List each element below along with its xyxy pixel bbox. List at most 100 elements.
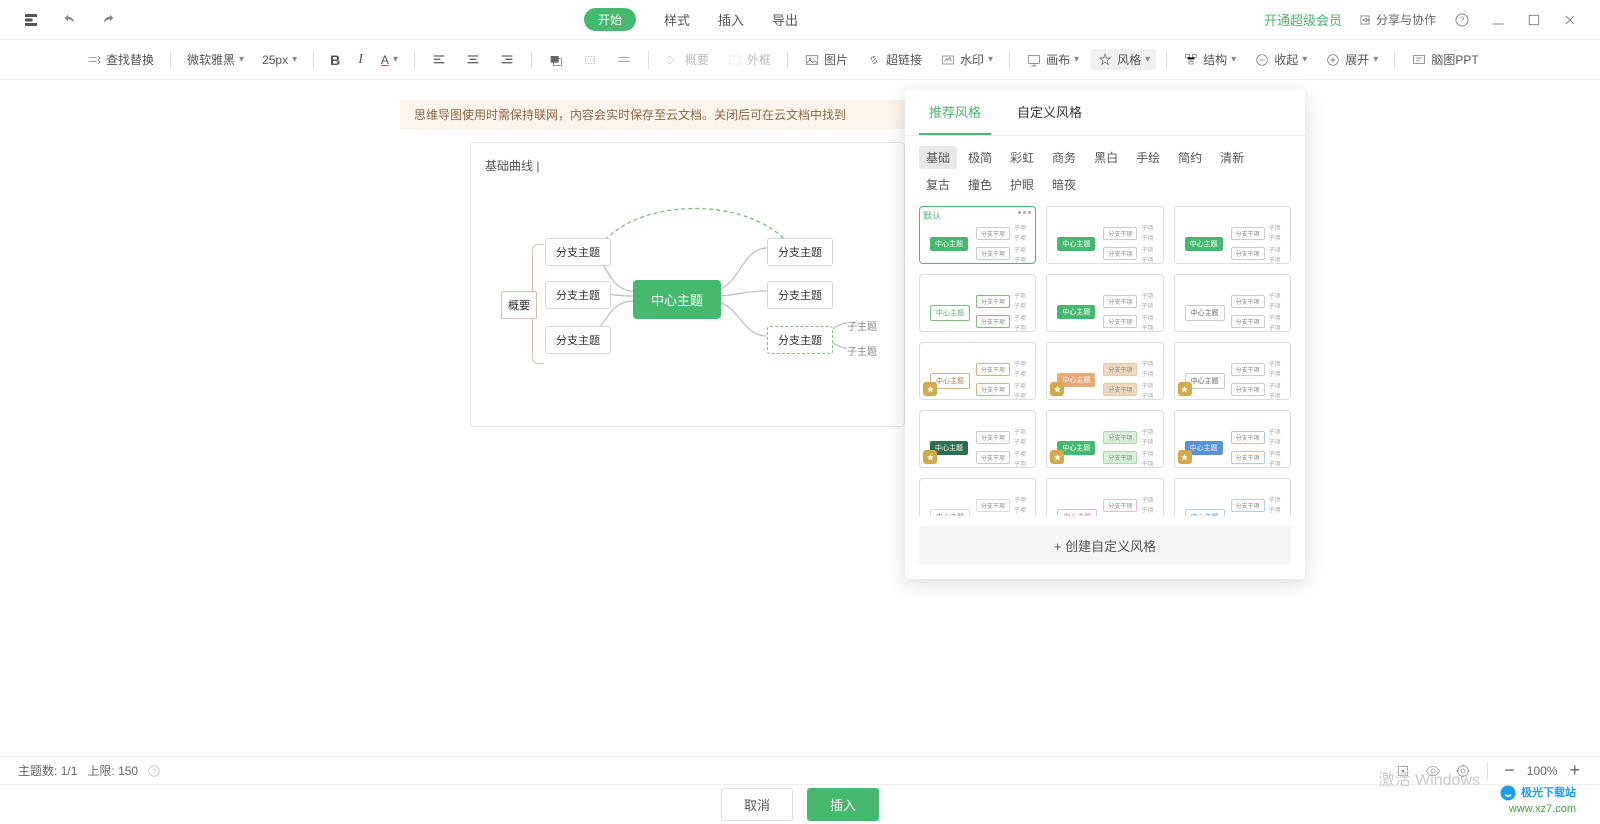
cat-business[interactable]: 商务 [1045, 146, 1083, 169]
style-thumbnail[interactable]: 中心主题分支干项分支干项子项子项子项子项 [1174, 342, 1291, 400]
premium-lock-icon [923, 450, 937, 464]
style-thumbnail[interactable]: 中心主题分支干项分支干项子项子项子项子项 [1046, 206, 1163, 264]
cat-eyecare[interactable]: 护眼 [1003, 173, 1041, 196]
tab-export[interactable]: 导出 [772, 10, 798, 29]
style-thumbnail[interactable]: 中心主题分支干项分支干项子项子项子项子项 [1046, 478, 1163, 516]
branch-node[interactable]: 分支主题 [767, 281, 833, 309]
sub-node[interactable]: 子主题 [847, 343, 877, 358]
limit-value: 150 [118, 764, 138, 778]
cancel-button[interactable]: 取消 [721, 788, 793, 821]
help-icon[interactable]: ? [1452, 10, 1472, 30]
tab-start[interactable]: 开始 [584, 8, 636, 31]
svg-text:?: ? [152, 768, 156, 775]
create-custom-button[interactable]: + 创建自定义风格 [919, 526, 1291, 565]
topic-count-value: 1/1 [61, 764, 78, 778]
tab-custom[interactable]: 自定义风格 [1007, 90, 1092, 135]
style-thumbnail[interactable]: 中心主题分支干项分支干项子项子项子项子项默认 [919, 206, 1036, 264]
tab-style[interactable]: 样式 [664, 10, 690, 29]
find-replace-button[interactable]: 查找替换 [80, 49, 160, 70]
mindppt-button[interactable]: 脑图PPT [1405, 49, 1484, 70]
zoom-value: 100% [1527, 764, 1558, 778]
category-row: 基础 极简 彩虹 商务 黑白 手绘 简约 清新 复古 撞色 护眼 暗夜 [905, 136, 1305, 206]
redo-icon[interactable] [98, 10, 118, 30]
fontsize-selector[interactable]: 25px▾ [256, 51, 303, 69]
sub-node[interactable]: 子主题 [847, 318, 877, 333]
cat-bw[interactable]: 黑白 [1087, 146, 1125, 169]
canvas[interactable]: 思维导图使用时需保持联网，内容会实时保存至云文档。关闭后可在云文档中找到 基础曲… [0, 80, 1600, 700]
image-button[interactable]: 图片 [798, 49, 854, 70]
cat-simple[interactable]: 简约 [1171, 146, 1209, 169]
branch-node[interactable]: 分支主题 [545, 238, 611, 266]
summary-node[interactable]: 概要 [501, 291, 537, 319]
expand-button[interactable]: 展开▾ [1319, 49, 1384, 70]
bold-button[interactable]: B [324, 50, 346, 70]
share-button[interactable]: 分享与协作 [1358, 11, 1436, 28]
style-thumbnail[interactable]: 中心主题分支干项分支干项子项子项子项子项 [1046, 410, 1163, 468]
canvas-button[interactable]: 画布▾ [1020, 49, 1085, 70]
style-thumbnail[interactable]: 中心主题分支干项分支干项子项子项子项子项 [1046, 274, 1163, 332]
align-left-icon[interactable] [425, 50, 453, 70]
app-logo-icon[interactable] [20, 9, 42, 31]
align-center-icon[interactable] [459, 50, 487, 70]
zoom-in-icon[interactable]: + [1567, 758, 1582, 783]
style-button[interactable]: 风格▾ [1091, 49, 1156, 70]
summary-button[interactable]: 概要 [659, 49, 715, 70]
premium-lock-icon [1050, 382, 1064, 396]
windows-activate-text: 激活 Windows [1379, 766, 1480, 790]
top-bar: 开始 样式 插入 导出 开通超级会员 分享与协作 ? [0, 0, 1600, 40]
cat-dark[interactable]: 暗夜 [1045, 173, 1083, 196]
shape-fill-icon[interactable] [542, 50, 570, 70]
hyperlink-button[interactable]: 超链接 [860, 49, 928, 70]
style-thumbnail[interactable]: 中心主题分支干项分支干项子项子项子项子项 [1174, 206, 1291, 264]
branch-node[interactable]: 分支主题 [767, 238, 833, 266]
tab-insert[interactable]: 插入 [718, 10, 744, 29]
style-thumbnail[interactable]: 中心主题分支干项分支干项子项子项子项子项 [1046, 342, 1163, 400]
mindmap-title: 基础曲线 | [485, 157, 890, 174]
member-link[interactable]: 开通超级会员 [1264, 10, 1342, 29]
style-thumbnail[interactable]: 中心主题分支干项分支干项子项子项子项子项 [1174, 410, 1291, 468]
cat-basic[interactable]: 基础 [919, 146, 957, 169]
structure-button[interactable]: 结构▾ [1177, 49, 1242, 70]
align-right-icon[interactable] [493, 50, 521, 70]
collapse-button[interactable]: 收起▾ [1248, 49, 1313, 70]
style-thumbnail[interactable]: 中心主题分支干项分支干项子项子项子项子项 [1174, 478, 1291, 516]
branch-node[interactable]: 分支主题 [545, 281, 611, 309]
tab-recommended[interactable]: 推荐风格 [919, 90, 991, 135]
premium-lock-icon [1178, 450, 1192, 464]
center-topic[interactable]: 中心主题 [633, 280, 721, 319]
premium-lock-icon [1178, 382, 1192, 396]
cat-fresh[interactable]: 清新 [1213, 146, 1251, 169]
border-button[interactable]: 外框 [721, 49, 777, 70]
cat-contrast[interactable]: 撞色 [961, 173, 999, 196]
cat-rainbow[interactable]: 彩虹 [1003, 146, 1041, 169]
premium-lock-icon [1050, 450, 1064, 464]
style-thumbnail[interactable]: 中心主题分支干项分支干项子项子项子项子项 [1174, 274, 1291, 332]
footer: 取消 插入 [0, 784, 1600, 824]
watermark-button[interactable]: 水印▾ [934, 49, 999, 70]
undo-icon[interactable] [60, 10, 80, 30]
close-icon[interactable] [1560, 10, 1580, 30]
italic-button[interactable]: I [352, 50, 369, 70]
cat-retro[interactable]: 复古 [919, 173, 957, 196]
cat-handdrawn[interactable]: 手绘 [1129, 146, 1167, 169]
minimize-icon[interactable] [1488, 10, 1508, 30]
style-thumbnail[interactable]: 中心主题分支干项分支干项子项子项子项子项 [919, 478, 1036, 516]
zoom-out-icon[interactable]: − [1502, 758, 1517, 783]
info-banner: 思维导图使用时需保持联网，内容会实时保存至云文档。关闭后可在云文档中找到 [400, 100, 910, 129]
branch-node-selected[interactable]: 分支主题 [767, 326, 833, 354]
branch-node[interactable]: 分支主题 [545, 326, 611, 354]
font-color-button[interactable]: A▾ [375, 51, 404, 69]
shape-border-icon[interactable] [576, 50, 604, 70]
style-thumbnail[interactable]: 中心主题分支干项分支干项子项子项子项子项 [919, 342, 1036, 400]
style-thumbnail[interactable]: 中心主题分支干项分支干项子项子项子项子项 [919, 274, 1036, 332]
help-icon[interactable]: ? [145, 762, 163, 780]
cat-minimal[interactable]: 极简 [961, 146, 999, 169]
font-selector[interactable]: 微软雅黑▾ [181, 49, 250, 70]
style-thumbnail[interactable]: 中心主题分支干项分支干项子项子项子项子项 [919, 410, 1036, 468]
toolbar: 查找替换 微软雅黑▾ 25px▾ B I A▾ 概要 外框 图片 超链接 水印▾… [0, 40, 1600, 80]
limit-label: 上限: [87, 762, 114, 779]
insert-button[interactable]: 插入 [807, 788, 879, 821]
line-style-icon[interactable] [610, 50, 638, 70]
watermark: 极光下载站 www.xz7.com [1499, 784, 1576, 816]
maximize-icon[interactable] [1524, 10, 1544, 30]
